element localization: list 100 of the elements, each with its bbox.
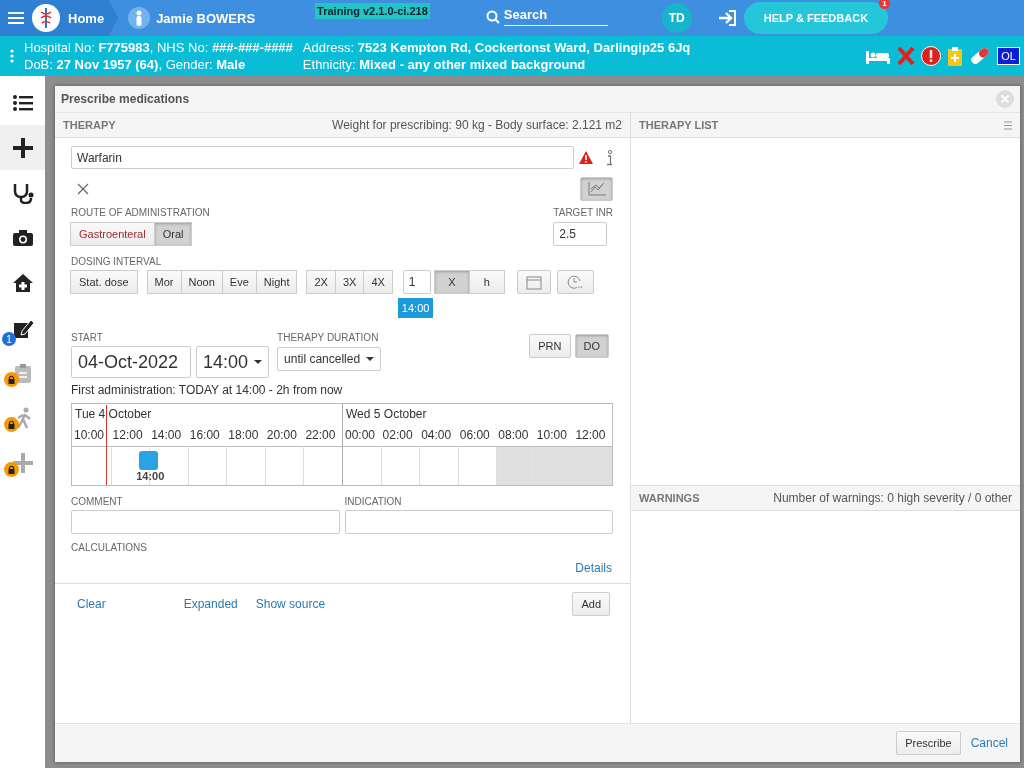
route-option[interactable]: Oral (153, 222, 193, 246)
hour-label: 10:00 (535, 427, 568, 444)
cross-icon (897, 46, 916, 66)
section-title: THERAPY (63, 119, 116, 131)
dosing-option[interactable]: 4X (363, 270, 393, 294)
sidebar-item[interactable] (0, 125, 45, 170)
first-administration-text: First administration: TODAY at 14:00 - 2h from now (71, 383, 344, 397)
hour-label: 08:00 (497, 427, 530, 444)
dosing-option[interactable]: Noon (180, 270, 223, 294)
dose-time-label: 14:00 (136, 470, 165, 482)
field-label: THERAPY DURATION (277, 332, 380, 343)
dosing-option[interactable]: Mor (146, 270, 182, 294)
clock-icon (567, 275, 584, 289)
field-label: DOSING INTERVAL (71, 256, 163, 267)
hour-label: 04:00 (420, 427, 453, 444)
info-icon[interactable] (605, 149, 613, 166)
hour-label: 00:00 (342, 424, 381, 446)
field-label: COMMENT (71, 496, 124, 507)
route-option[interactable]: Gastroenteral (70, 222, 155, 246)
logout-icon[interactable] (717, 10, 736, 26)
dosing-option[interactable]: 2X (306, 270, 336, 294)
patient-detail: Ethnicity: Mixed - any other mixed background (302, 57, 587, 72)
hour-label: 02:00 (381, 427, 414, 444)
list-icon (12, 94, 33, 111)
comment-field[interactable] (71, 510, 340, 534)
alert-badge: OL (997, 47, 1020, 65)
hour-label: 22:00 (304, 427, 337, 444)
alert-icon (921, 46, 942, 66)
hour-label: 10:00 (73, 427, 106, 444)
chart-toggle-button[interactable] (580, 177, 613, 201)
clear-icon[interactable] (77, 183, 89, 195)
house-icon (11, 272, 34, 293)
footer-link[interactable]: Clear (77, 597, 106, 611)
search-field[interactable]: Search (503, 7, 608, 26)
notification-badge: 1 (879, 0, 891, 9)
prn-toggle-button[interactable]: PRN (529, 334, 571, 358)
dosing-option[interactable]: Eve (221, 270, 257, 294)
add-button[interactable]: Add (572, 592, 610, 616)
clock-button[interactable] (556, 270, 594, 294)
more-icon[interactable] (10, 49, 14, 63)
footer-link[interactable]: Show source (255, 597, 326, 611)
clipboard-icon (947, 46, 964, 66)
dialog-title: Prescribe medications (61, 92, 190, 106)
patient-detail: Address: 7523 Kempton Rd, Cockertonst Ward, Darlingip25 6Jq (302, 40, 691, 55)
stethoscope-icon (11, 181, 34, 204)
lock-icon (4, 462, 19, 477)
field-label: CALCULATIONS (71, 542, 148, 553)
hour-label: 16:00 (188, 427, 221, 444)
time-tooltip: 14:00 (397, 298, 434, 318)
camera-icon (11, 228, 34, 247)
prn-toggle-button[interactable]: DO (574, 334, 609, 358)
day-label: Tue 4 October (74, 406, 153, 423)
warnings-summary: Number of warnings: 0 high severity / 0 other (773, 491, 1012, 505)
hour-label: 18:00 (227, 427, 260, 444)
weight-info: Weight for prescribing: 90 kg - Body surface: 2.121 m2 (332, 118, 622, 132)
hour-label: 12:00 (111, 427, 144, 444)
field-label: ROUTE OF ADMINISTRATION (71, 207, 210, 218)
count-badge: 1 (2, 332, 16, 346)
dose-marker (139, 451, 159, 470)
help-button[interactable]: HELP & FEEDBACK 1 (743, 2, 889, 34)
person-icon (128, 7, 151, 29)
unit-option[interactable]: h (468, 270, 505, 294)
hour-label: 20:00 (265, 427, 298, 444)
search-icon (485, 9, 500, 24)
patient-detail: DoB: 27 Nov 1957 (64), Gender: Male (24, 57, 247, 72)
start-time-select[interactable]: 14:00 (196, 346, 270, 378)
medication-field[interactable]: Warfarin (71, 146, 574, 169)
section-title: THERAPY LIST (639, 119, 719, 131)
chart-icon (587, 182, 606, 196)
footer-link[interactable]: Expanded (183, 597, 238, 611)
hour-label: 06:00 (458, 427, 491, 444)
section-title: WARNINGS (639, 492, 700, 504)
calendar-icon (525, 274, 542, 290)
lock-icon (4, 417, 19, 432)
unit-option[interactable]: X (433, 270, 470, 294)
field-label: TARGET INR (553, 207, 613, 218)
start-date-field[interactable]: 04-Oct-2022 (71, 346, 191, 378)
lock-icon (4, 372, 19, 387)
patient-detail: Hospital No: F775983, NHS No: ###-###-#### (24, 40, 293, 55)
dosing-option[interactable]: Night (255, 270, 298, 294)
hour-label: 12:00 (574, 427, 607, 444)
field-label: INDICATION (344, 496, 403, 507)
target-inr-field[interactable]: 2.5 (553, 222, 608, 246)
menu-icon[interactable] (8, 12, 24, 24)
dosing-option[interactable]: Stat. dose (70, 270, 138, 294)
home-button[interactable]: Home (0, 0, 119, 36)
frequency-field[interactable]: 1 (402, 270, 431, 294)
indication-field[interactable] (344, 510, 613, 534)
details-link[interactable]: Details (575, 561, 612, 575)
prescribe-button[interactable]: Prescribe (896, 731, 961, 755)
warning-icon (579, 151, 593, 164)
day-label: Wed 5 October (342, 404, 612, 424)
sidebar-item[interactable]: 1 (0, 305, 45, 350)
caduceus-icon (38, 7, 54, 29)
hour-label: 14:00 (150, 427, 183, 444)
menu-icon[interactable] (1004, 120, 1012, 130)
cancel-link[interactable]: Cancel (970, 736, 1008, 750)
field-label: START (71, 332, 104, 343)
duration-select[interactable]: until cancelled (277, 347, 382, 371)
dosing-option[interactable]: 3X (334, 270, 365, 294)
